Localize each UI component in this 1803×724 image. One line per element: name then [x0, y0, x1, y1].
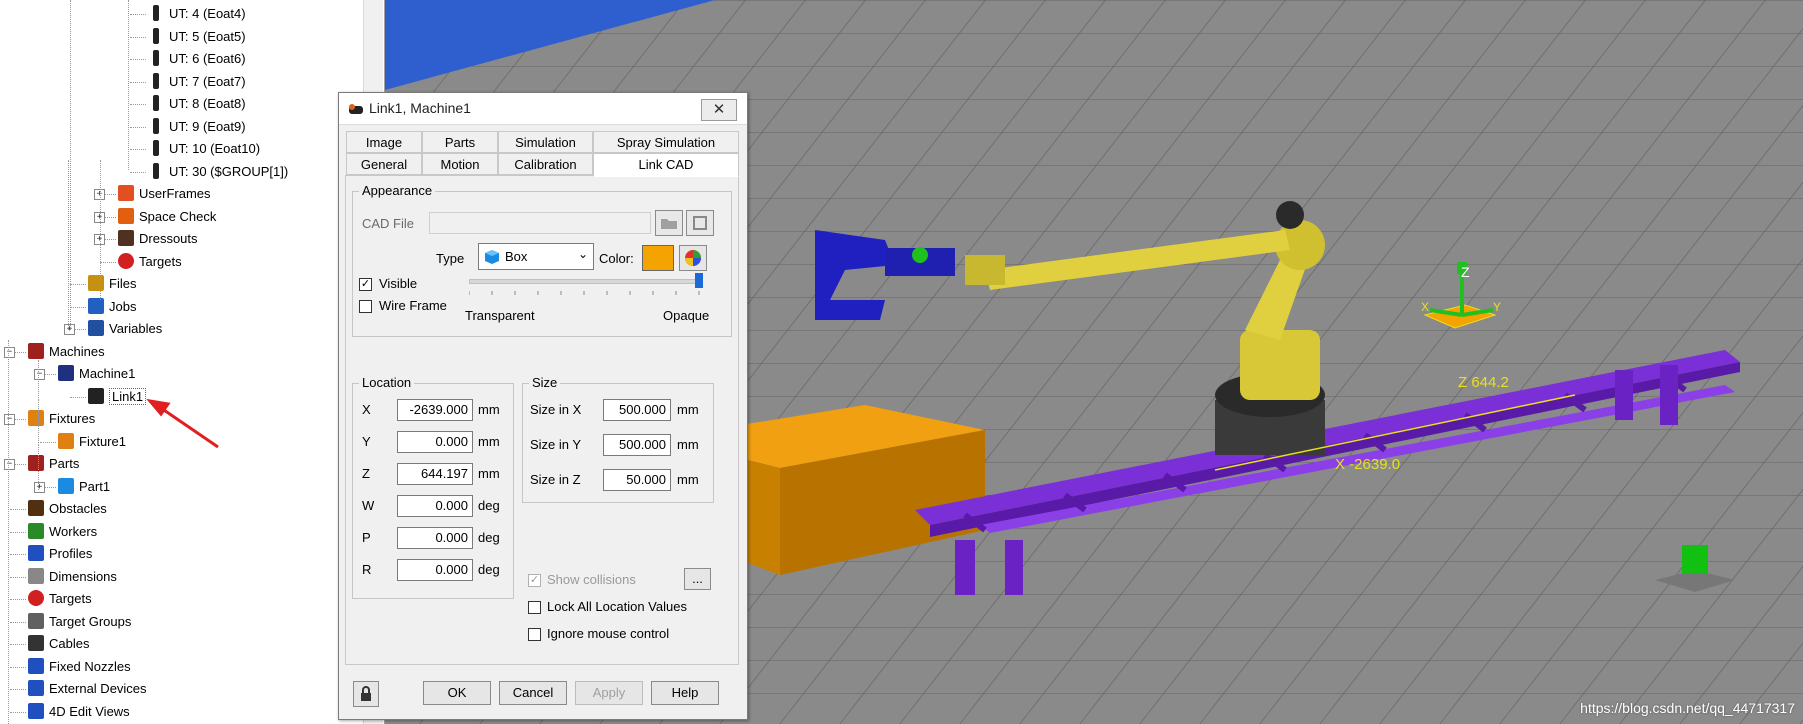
show-collisions-checkbox[interactable]: ✓ [528, 574, 541, 587]
type-label: Type [436, 251, 465, 266]
cad-settings-button[interactable] [686, 210, 714, 236]
color-picker-button[interactable] [679, 245, 707, 271]
browse-button[interactable] [655, 210, 683, 236]
tab-spray-simulation[interactable]: Spray Simulation [593, 131, 739, 153]
show-collisions-label: Show collisions [547, 572, 636, 587]
ignore-mouse-label: Ignore mouse control [547, 626, 670, 641]
location-unit: deg [478, 498, 500, 513]
wrench-icon [693, 216, 707, 230]
location-unit: mm [478, 402, 500, 417]
opacity-slider-thumb[interactable] [695, 273, 703, 288]
visible-label: Visible [379, 276, 418, 291]
size-unit: mm [677, 472, 699, 487]
size-unit: mm [677, 437, 699, 452]
appearance-group-label: Appearance [359, 183, 436, 198]
location-unit: mm [478, 466, 500, 481]
apply-button[interactable]: Apply [575, 681, 643, 705]
collisions-options-button[interactable]: ... [684, 568, 711, 590]
tab-parts[interactable]: Parts [422, 131, 498, 153]
close-button[interactable]: ✕ [701, 99, 737, 121]
ignore-mouse-checkbox[interactable] [528, 628, 541, 641]
location-x-input[interactable]: -2639.000 [397, 399, 473, 421]
location-p-input[interactable]: 0.000 [397, 527, 473, 549]
color-wheel-icon [685, 250, 701, 266]
lock-icon [361, 686, 371, 701]
visible-checkbox[interactable]: ✓ [359, 278, 372, 291]
cad-file-field[interactable] [429, 212, 651, 234]
annotation-arrows [146, 312, 664, 684]
size-x-input[interactable]: 500.000 [603, 399, 671, 421]
location-r-input[interactable]: 0.000 [397, 559, 473, 581]
tab-link-cad[interactable]: Link CAD [593, 153, 739, 177]
lock-location-label: Lock All Location Values [547, 599, 687, 614]
location-w-label: W [362, 498, 375, 513]
opacity-slider-track[interactable] [469, 279, 701, 284]
dialog-titlebar[interactable]: Link1, Machine1 ✕ [339, 93, 747, 125]
type-value: Box [505, 249, 528, 264]
size-y-label: Size in Y [530, 437, 582, 452]
link-icon [349, 104, 363, 114]
size-z-label: Size in Z [530, 472, 581, 487]
opaque-label: Opaque [663, 308, 710, 323]
location-y-label: Y [362, 434, 371, 449]
size-x-label: Size in X [530, 402, 582, 417]
lock-button[interactable] [353, 681, 379, 707]
size-unit: mm [677, 402, 699, 417]
lock-location-checkbox[interactable] [528, 601, 541, 614]
dialog-title: Link1, Machine1 [369, 100, 471, 116]
link-properties-dialog: Link1, Machine1 ✕ Appearance CAD File Ty… [338, 92, 748, 720]
tab-simulation[interactable]: Simulation [498, 131, 593, 153]
size-z-input[interactable]: 50.000 [603, 469, 671, 491]
location-unit: deg [478, 530, 500, 545]
type-select[interactable]: Box ⌄ [478, 243, 594, 270]
color-label: Color: [599, 251, 634, 266]
chevron-down-icon: ⌄ [577, 247, 588, 261]
location-p-label: P [362, 530, 371, 545]
tab-image[interactable]: Image [346, 131, 422, 153]
cancel-button[interactable]: Cancel [499, 681, 567, 705]
opacity-ticks [469, 291, 700, 295]
location-z-input[interactable]: 644.197 [397, 463, 473, 485]
tab-motion[interactable]: Motion [422, 153, 498, 175]
tab-general[interactable]: General [346, 153, 422, 175]
location-group-label: Location [359, 375, 415, 390]
color-swatch[interactable] [642, 245, 674, 271]
location-r-label: R [362, 562, 372, 577]
size-y-input[interactable]: 500.000 [603, 434, 671, 456]
wireframe-checkbox[interactable] [359, 300, 372, 313]
location-y-input[interactable]: 0.000 [397, 431, 473, 453]
ok-button[interactable]: OK [423, 681, 491, 705]
size-group-label: Size [529, 375, 561, 390]
wireframe-label: Wire Frame [379, 298, 447, 313]
folder-icon [661, 219, 677, 229]
location-unit: deg [478, 562, 500, 577]
help-button[interactable]: Help [651, 681, 719, 705]
location-x-label: X [362, 402, 371, 417]
transparent-label: Transparent [465, 308, 535, 323]
cad-file-label: CAD File [362, 216, 415, 231]
location-w-input[interactable]: 0.000 [397, 495, 473, 517]
location-z-label: Z [362, 466, 370, 481]
box-shape-icon [485, 250, 499, 264]
location-unit: mm [478, 434, 500, 449]
tab-calibration[interactable]: Calibration [498, 153, 593, 175]
